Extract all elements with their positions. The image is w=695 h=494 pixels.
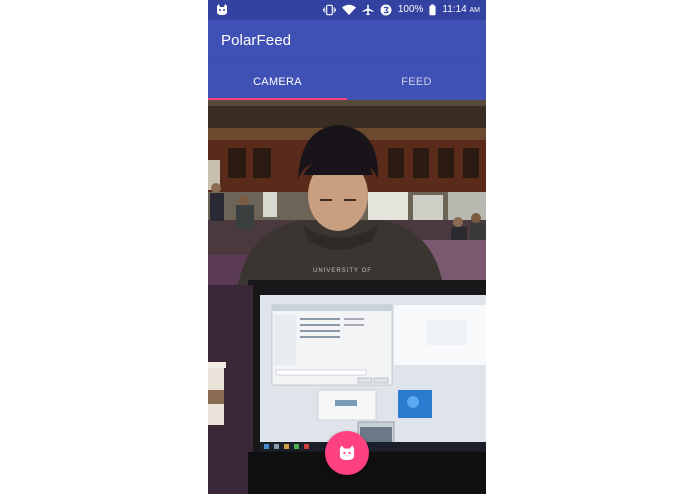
phone-screen: 100% 11:14 AM PolarFeed CAMERA FEED UNIV… [208,0,486,494]
tab-camera[interactable]: CAMERA [208,64,347,100]
battery-icon [429,4,436,16]
svg-text:UNIVERSITY OF: UNIVERSITY OF [313,268,372,274]
airplane-mode-icon [362,4,374,16]
vibrate-icon [322,4,336,16]
tab-feed[interactable]: FEED [347,64,486,100]
data-saver-icon [380,4,392,16]
app-bar: PolarFeed [208,20,486,64]
capture-fab-button[interactable] [325,431,369,475]
battery-percentage: 100% [397,4,424,15]
app-notification-icon [217,4,227,15]
wifi-icon [341,4,356,15]
app-title: PolarFeed [221,32,292,49]
status-bar: 100% 11:14 AM [208,0,486,20]
tab-bar: CAMERA FEED [208,64,486,100]
cat-face-icon [339,445,355,461]
clock: 11:14 AM [442,3,480,15]
